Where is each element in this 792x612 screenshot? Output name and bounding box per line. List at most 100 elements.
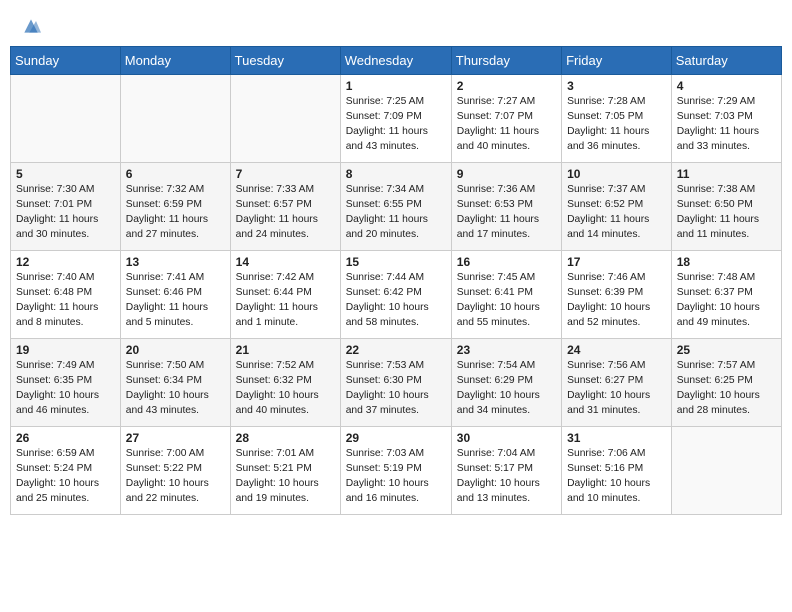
day-number: 21 (236, 343, 335, 357)
day-number: 1 (346, 79, 446, 93)
day-number: 16 (457, 255, 556, 269)
day-info: Sunrise: 7:37 AM Sunset: 6:52 PM Dayligh… (567, 183, 666, 243)
day-info: Sunrise: 7:36 AM Sunset: 6:53 PM Dayligh… (457, 183, 556, 243)
day-info: Sunrise: 7:34 AM Sunset: 6:55 PM Dayligh… (346, 183, 446, 243)
day-info: Sunrise: 7:50 AM Sunset: 6:34 PM Dayligh… (126, 359, 225, 419)
day-info: Sunrise: 7:53 AM Sunset: 6:30 PM Dayligh… (346, 359, 446, 419)
calendar-cell: 5 Sunrise: 7:30 AM Sunset: 7:01 PM Daylig… (11, 163, 121, 251)
day-info: Sunrise: 7:32 AM Sunset: 6:59 PM Dayligh… (126, 183, 225, 243)
day-info: Sunrise: 7:29 AM Sunset: 7:03 PM Dayligh… (677, 95, 776, 155)
calendar-cell: 30Sunrise: 7:04 AM Sunset: 5:17 PM Dayli… (451, 427, 561, 515)
day-info: Sunrise: 7:06 AM Sunset: 5:16 PM Dayligh… (567, 447, 666, 507)
day-number: 2 (457, 79, 556, 93)
day-header-wednesday: Wednesday (340, 47, 451, 75)
calendar-cell: 8 Sunrise: 7:34 AM Sunset: 6:55 PM Daylig… (340, 163, 451, 251)
day-header-saturday: Saturday (671, 47, 781, 75)
calendar-cell: 12 Sunrise: 7:40 AM Sunset: 6:48 PM Dayli… (11, 251, 121, 339)
day-number: 20 (126, 343, 225, 357)
calendar-cell: 3 Sunrise: 7:28 AM Sunset: 7:05 PM Daylig… (562, 75, 672, 163)
calendar-cell: 2 Sunrise: 7:27 AM Sunset: 7:07 PM Daylig… (451, 75, 561, 163)
calendar-cell: 24 Sunrise: 7:56 AM Sunset: 6:27 PM Dayli… (562, 339, 672, 427)
day-number: 14 (236, 255, 335, 269)
day-info: Sunrise: 7:45 AM Sunset: 6:41 PM Dayligh… (457, 271, 556, 331)
calendar-cell: 27 Sunrise: 7:00 AM Sunset: 5:22 PM Dayli… (120, 427, 230, 515)
day-number: 12 (16, 255, 115, 269)
day-number: 8 (346, 167, 446, 181)
day-info: Sunrise: 7:57 AM Sunset: 6:25 PM Dayligh… (677, 359, 776, 419)
day-number: 6 (126, 167, 225, 181)
day-number: 17 (567, 255, 666, 269)
calendar-cell (11, 75, 121, 163)
calendar-cell (230, 75, 340, 163)
day-info: Sunrise: 7:01 AM Sunset: 5:21 PM Dayligh… (236, 447, 335, 507)
day-info: Sunrise: 6:59 AM Sunset: 5:24 PM Dayligh… (16, 447, 115, 507)
logo (20, 18, 41, 36)
day-info: Sunrise: 7:40 AM Sunset: 6:48 PM Dayligh… (16, 271, 115, 331)
calendar-cell: 17 Sunrise: 7:46 AM Sunset: 6:39 PM Dayli… (562, 251, 672, 339)
calendar-cell: 22 Sunrise: 7:53 AM Sunset: 6:30 PM Dayli… (340, 339, 451, 427)
day-number: 27 (126, 431, 225, 445)
day-info: Sunrise: 7:33 AM Sunset: 6:57 PM Dayligh… (236, 183, 335, 243)
day-info: Sunrise: 7:56 AM Sunset: 6:27 PM Dayligh… (567, 359, 666, 419)
calendar: SundayMondayTuesdayWednesdayThursdayFrid… (10, 46, 782, 515)
day-info: Sunrise: 7:28 AM Sunset: 7:05 PM Dayligh… (567, 95, 666, 155)
day-info: Sunrise: 7:44 AM Sunset: 6:42 PM Dayligh… (346, 271, 446, 331)
day-number: 31 (567, 431, 666, 445)
day-info: Sunrise: 7:42 AM Sunset: 6:44 PM Dayligh… (236, 271, 335, 331)
day-info: Sunrise: 7:38 AM Sunset: 6:50 PM Dayligh… (677, 183, 776, 243)
day-header-tuesday: Tuesday (230, 47, 340, 75)
calendar-cell: 14 Sunrise: 7:42 AM Sunset: 6:44 PM Dayli… (230, 251, 340, 339)
day-number: 7 (236, 167, 335, 181)
calendar-cell: 29Sunrise: 7:03 AM Sunset: 5:19 PM Dayli… (340, 427, 451, 515)
calendar-cell: 23 Sunrise: 7:54 AM Sunset: 6:29 PM Dayli… (451, 339, 561, 427)
calendar-cell: 11 Sunrise: 7:38 AM Sunset: 6:50 PM Dayli… (671, 163, 781, 251)
day-info: Sunrise: 7:30 AM Sunset: 7:01 PM Dayligh… (16, 183, 115, 243)
calendar-week-row: 12 Sunrise: 7:40 AM Sunset: 6:48 PM Dayli… (11, 251, 782, 339)
calendar-week-row: 26 Sunrise: 6:59 AM Sunset: 5:24 PM Dayli… (11, 427, 782, 515)
calendar-header-row: SundayMondayTuesdayWednesdayThursdayFrid… (11, 47, 782, 75)
day-number: 15 (346, 255, 446, 269)
calendar-cell: 16 Sunrise: 7:45 AM Sunset: 6:41 PM Dayli… (451, 251, 561, 339)
calendar-cell: 25 Sunrise: 7:57 AM Sunset: 6:25 PM Dayli… (671, 339, 781, 427)
day-info: Sunrise: 7:54 AM Sunset: 6:29 PM Dayligh… (457, 359, 556, 419)
calendar-cell: 20 Sunrise: 7:50 AM Sunset: 6:34 PM Dayli… (120, 339, 230, 427)
calendar-cell: 9 Sunrise: 7:36 AM Sunset: 6:53 PM Daylig… (451, 163, 561, 251)
day-number: 4 (677, 79, 776, 93)
day-number: 18 (677, 255, 776, 269)
day-info: Sunrise: 7:49 AM Sunset: 6:35 PM Dayligh… (16, 359, 115, 419)
calendar-cell: 28Sunrise: 7:01 AM Sunset: 5:21 PM Dayli… (230, 427, 340, 515)
header (10, 10, 782, 40)
day-info: Sunrise: 7:27 AM Sunset: 7:07 PM Dayligh… (457, 95, 556, 155)
logo-icon (21, 16, 41, 36)
day-number: 30 (457, 431, 556, 445)
calendar-cell: 15 Sunrise: 7:44 AM Sunset: 6:42 PM Dayli… (340, 251, 451, 339)
day-number: 13 (126, 255, 225, 269)
day-info: Sunrise: 7:48 AM Sunset: 6:37 PM Dayligh… (677, 271, 776, 331)
day-number: 11 (677, 167, 776, 181)
day-info: Sunrise: 7:00 AM Sunset: 5:22 PM Dayligh… (126, 447, 225, 507)
calendar-week-row: 1Sunrise: 7:25 AM Sunset: 7:09 PM Daylig… (11, 75, 782, 163)
calendar-cell: 18 Sunrise: 7:48 AM Sunset: 6:37 PM Dayli… (671, 251, 781, 339)
calendar-cell: 7 Sunrise: 7:33 AM Sunset: 6:57 PM Daylig… (230, 163, 340, 251)
day-number: 10 (567, 167, 666, 181)
calendar-week-row: 19Sunrise: 7:49 AM Sunset: 6:35 PM Dayli… (11, 339, 782, 427)
day-number: 25 (677, 343, 776, 357)
day-info: Sunrise: 7:41 AM Sunset: 6:46 PM Dayligh… (126, 271, 225, 331)
day-info: Sunrise: 7:46 AM Sunset: 6:39 PM Dayligh… (567, 271, 666, 331)
calendar-cell: 13 Sunrise: 7:41 AM Sunset: 6:46 PM Dayli… (120, 251, 230, 339)
calendar-cell (671, 427, 781, 515)
day-number: 24 (567, 343, 666, 357)
calendar-cell: 21 Sunrise: 7:52 AM Sunset: 6:32 PM Dayli… (230, 339, 340, 427)
calendar-cell: 4 Sunrise: 7:29 AM Sunset: 7:03 PM Daylig… (671, 75, 781, 163)
day-number: 5 (16, 167, 115, 181)
day-number: 26 (16, 431, 115, 445)
day-info: Sunrise: 7:52 AM Sunset: 6:32 PM Dayligh… (236, 359, 335, 419)
calendar-cell: 19Sunrise: 7:49 AM Sunset: 6:35 PM Dayli… (11, 339, 121, 427)
day-number: 9 (457, 167, 556, 181)
day-number: 23 (457, 343, 556, 357)
day-number: 29 (346, 431, 446, 445)
day-number: 22 (346, 343, 446, 357)
calendar-cell: 26 Sunrise: 6:59 AM Sunset: 5:24 PM Dayli… (11, 427, 121, 515)
day-header-friday: Friday (562, 47, 672, 75)
day-number: 3 (567, 79, 666, 93)
